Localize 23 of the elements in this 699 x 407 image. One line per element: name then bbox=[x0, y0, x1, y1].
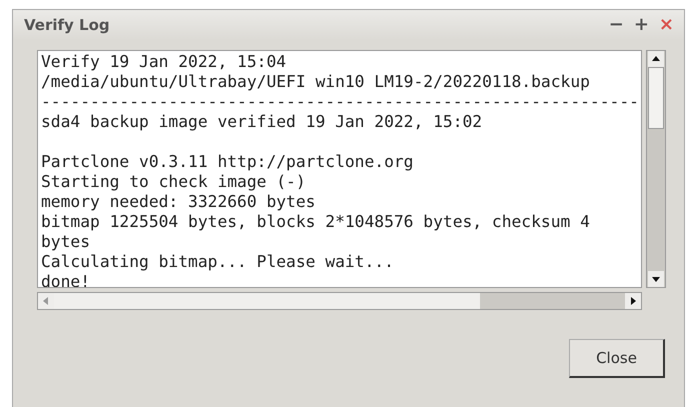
log-line: ------------------------------------------------------------- bbox=[41, 92, 640, 112]
log-line: Partclone v0.3.11 http://partclone.org bbox=[41, 152, 414, 172]
log-line: Verify 19 Jan 2022, 15:04 bbox=[41, 52, 288, 72]
maximize-button[interactable]: + bbox=[632, 16, 651, 34]
arrow-up-icon[interactable] bbox=[648, 51, 664, 67]
close-button[interactable]: × bbox=[656, 16, 676, 34]
log-line: bytes bbox=[41, 232, 92, 252]
log-line: Calculating bitmap... Please wait... bbox=[41, 252, 395, 272]
minimize-button[interactable]: − bbox=[606, 16, 626, 34]
log-line: /media/ubuntu/Ultrabay/UEFI win10 LM19-2/20220118.backup bbox=[41, 72, 591, 92]
vertical-scrollbar[interactable] bbox=[646, 50, 666, 288]
scroll-thumb[interactable] bbox=[480, 293, 625, 309]
horizontal-scrollbar[interactable] bbox=[37, 292, 642, 310]
log-line: bitmap 1225504 bytes, blocks 2*1048576 bytes, checksum 4 bbox=[41, 212, 591, 232]
log-line: Starting to check image (-) bbox=[41, 172, 307, 192]
log-line: memory needed: 3322660 bytes bbox=[41, 192, 316, 212]
log-text-area[interactable] bbox=[37, 50, 642, 288]
log-line: done! bbox=[41, 272, 92, 287]
arrow-down-icon[interactable] bbox=[648, 271, 664, 287]
log-line: sda4 backup image verified 19 Jan 2022, 15:02 bbox=[41, 112, 484, 132]
scroll-thumb[interactable] bbox=[648, 67, 664, 129]
close-button[interactable]: Close bbox=[569, 339, 665, 378]
window-title: Verify Log bbox=[24, 16, 110, 34]
